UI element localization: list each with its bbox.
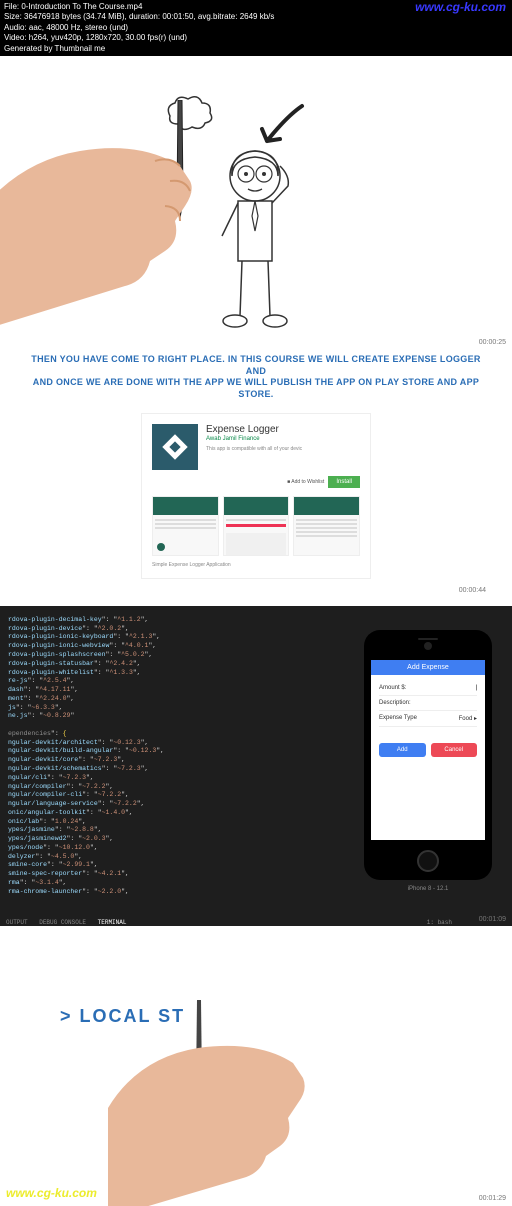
- hand-drawing: [0, 111, 220, 336]
- hand-drawing-2: [108, 1018, 348, 1206]
- timestamp-3: 00:01:09: [479, 916, 506, 923]
- tab-terminal[interactable]: TERMINAL: [98, 919, 127, 926]
- audio-line: Audio: aac, 48000 Hz, stereo (und): [4, 23, 508, 33]
- frame-3: rdova-plugin-decimal-key": "^1.1.2", rdo…: [0, 606, 512, 926]
- tab-debug[interactable]: DEBUG CONSOLE: [39, 919, 86, 926]
- app-title: Expense Logger: [206, 424, 360, 435]
- frame-2: THEN YOU HAVE COME TO RIGHT PLACE. IN TH…: [0, 346, 512, 606]
- screenshots: [152, 496, 360, 556]
- frame-1: 00:00:25: [0, 56, 512, 346]
- timestamp-4: 00:01:29: [479, 1195, 506, 1202]
- wishlist-button[interactable]: ■ Add to Wishlist: [287, 479, 324, 485]
- app-icon: [152, 424, 198, 470]
- frame-4: > LOCAL ST www.cg-ku.com 00:01:29: [0, 926, 512, 1206]
- install-button[interactable]: Install: [328, 476, 360, 488]
- home-button[interactable]: [417, 850, 439, 872]
- screen-title: Add Expense: [371, 660, 485, 675]
- timestamp-1: 00:00:25: [479, 339, 506, 346]
- video-line: Video: h264, yuv420p, 1280x720, 30.00 fp…: [4, 33, 508, 43]
- app-publisher: Awab Jamil Finance: [206, 436, 360, 442]
- app-description: Simple Expense Logger Application: [152, 562, 360, 568]
- cancel-button[interactable]: Cancel: [431, 743, 478, 757]
- terminal-tabs[interactable]: OUTPUT DEBUG CONSOLE TERMINAL: [6, 919, 134, 926]
- description-field[interactable]: Description:: [379, 696, 477, 711]
- course-description: THEN YOU HAVE COME TO RIGHT PLACE. IN TH…: [20, 354, 492, 401]
- watermark-bottom: www.cg-ku.com: [6, 1186, 97, 1200]
- generated-line: Generated by Thumbnail me: [4, 44, 508, 54]
- terminal-shell[interactable]: 1: bash: [427, 919, 452, 926]
- video-metadata-header: File: 0-Introduction To The Course.mp4 S…: [0, 0, 512, 56]
- phone-simulator: Add Expense Amount $:| Description: Expe…: [364, 630, 492, 880]
- timestamp-2: 00:00:44: [459, 587, 486, 594]
- watermark-top: www.cg-ku.com: [415, 0, 506, 16]
- tab-output[interactable]: OUTPUT: [6, 919, 28, 926]
- cartoon-character: [210, 141, 300, 346]
- app-compatibility: This app is compatible with all of your …: [206, 446, 360, 452]
- expense-type-field[interactable]: Expense TypeFood ▸: [379, 711, 477, 727]
- amount-field[interactable]: Amount $:|: [379, 681, 477, 696]
- add-button[interactable]: Add: [379, 743, 426, 757]
- play-store-listing: Expense Logger Awab Jamil Finance This a…: [141, 413, 371, 579]
- device-label: iPhone 8 - 12.1: [364, 886, 492, 892]
